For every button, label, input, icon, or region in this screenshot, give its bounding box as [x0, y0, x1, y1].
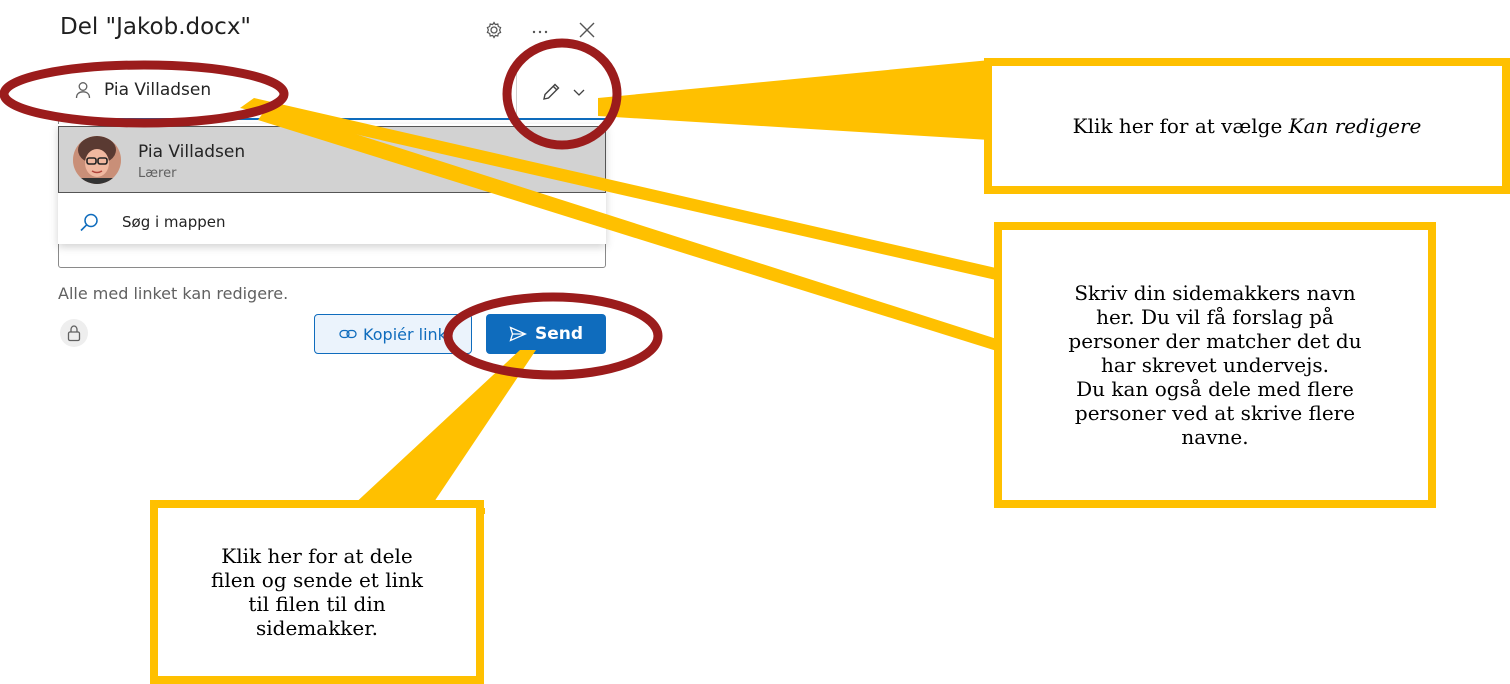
callout-pointer-edit	[598, 60, 990, 140]
copy-link-button[interactable]: Kopiér link	[314, 314, 472, 354]
suggestion-name: Pia Villadsen	[138, 142, 246, 162]
suggestion-role: Lærer	[138, 166, 177, 181]
divider	[516, 70, 517, 116]
avatar	[73, 136, 121, 184]
callout-pointer-send	[160, 350, 536, 514]
send-label: Send	[534, 324, 584, 344]
callout-names-text: Skriv din sidemakkers navn her. Du vil f…	[1068, 281, 1362, 449]
more-icon[interactable]	[528, 18, 552, 42]
recipient-value[interactable]: Pia Villadsen	[104, 80, 211, 100]
search-folder-item[interactable]: Søg i mappen	[122, 213, 226, 231]
pencil-icon	[543, 83, 560, 100]
permission-dropdown-button[interactable]	[524, 70, 602, 114]
send-icon	[509, 326, 527, 342]
person-icon	[74, 81, 92, 99]
callout-edit-emphasis: Kan redigere	[1288, 114, 1422, 138]
lock-icon[interactable]	[60, 319, 88, 347]
copy-link-label: Kopiér link	[363, 324, 447, 344]
callout-send-text: Klik her for at dele filen og sende et l…	[210, 544, 423, 640]
gear-icon[interactable]	[482, 18, 506, 42]
dialog-title: Del "Jakob.docx"	[60, 14, 252, 40]
callout-send: Klik her for at dele filen og sende et l…	[150, 500, 484, 684]
send-button[interactable]: Send	[486, 314, 606, 354]
close-icon[interactable]	[575, 18, 599, 42]
link-icon	[339, 329, 357, 339]
callout-edit: Klik her for at vælge Kan redigere	[984, 58, 1510, 194]
callout-edit-prefix: Klik her for at vælge	[1072, 114, 1289, 138]
chevron-down-icon	[573, 89, 585, 96]
callout-names: Skriv din sidemakkers navn her. Du vil f…	[994, 222, 1436, 508]
link-permission-status[interactable]: Alle med linket kan redigere.	[58, 284, 288, 303]
search-icon	[78, 212, 100, 234]
